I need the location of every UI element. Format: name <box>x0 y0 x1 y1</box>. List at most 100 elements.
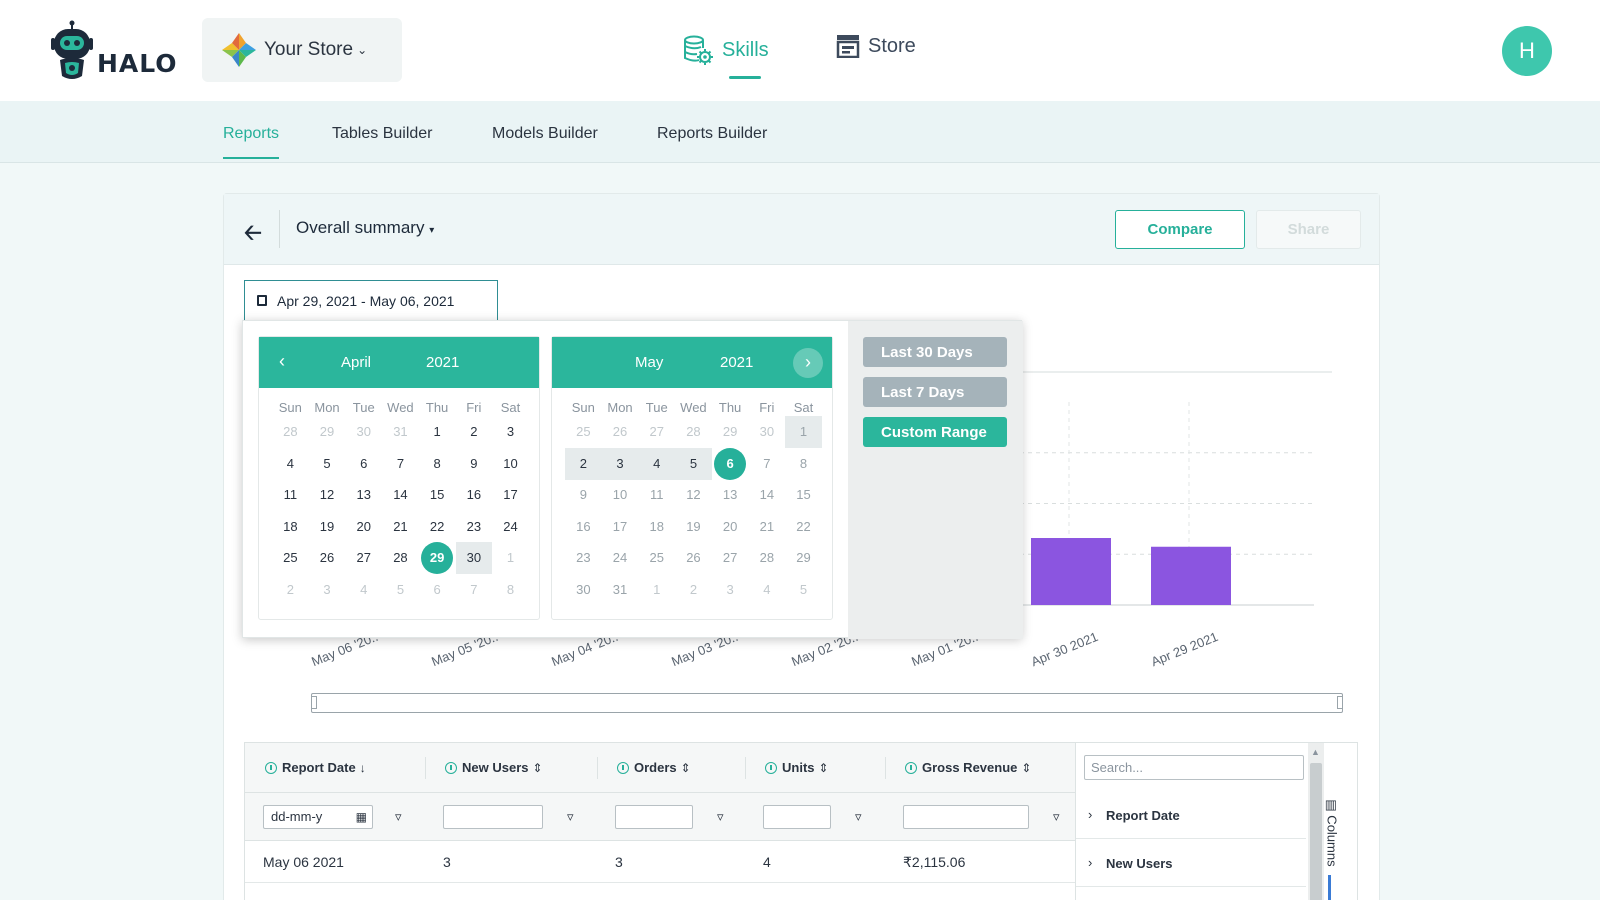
tab-tables-builder[interactable]: Tables Builder <box>332 125 433 143</box>
tab-reports-builder[interactable]: Reports Builder <box>657 125 767 143</box>
calendar-day[interactable]: 10 <box>602 479 639 511</box>
calendar-day[interactable]: 8 <box>785 448 822 480</box>
calendar-day[interactable]: 7 <box>749 448 786 480</box>
halo-logo[interactable]: HALO <box>50 20 178 82</box>
calendar-day[interactable]: 13 <box>345 479 382 511</box>
column-header-report-date[interactable]: Report Date ↓ <box>265 760 366 775</box>
calendar-day[interactable]: 10 <box>492 448 529 480</box>
calendar-day[interactable]: 22 <box>785 511 822 543</box>
calendar-day[interactable]: 3 <box>309 574 346 606</box>
calendar-day[interactable]: 29 <box>712 416 749 448</box>
column-header-new-users[interactable]: New Users ⇕ <box>445 760 543 775</box>
gross-revenue-filter-input[interactable] <box>903 805 1029 829</box>
calendar-day[interactable]: 3 <box>712 574 749 606</box>
range-custom[interactable]: Custom Range <box>863 417 1007 447</box>
calendar-day[interactable]: 3 <box>492 416 529 448</box>
calendar-day[interactable]: 17 <box>492 479 529 511</box>
calendar-day[interactable]: 5 <box>675 447 712 480</box>
calendar-day[interactable]: 22 <box>419 511 456 543</box>
calendar-day[interactable]: 11 <box>272 479 309 511</box>
slider-handle-left[interactable] <box>311 696 317 709</box>
scroll-up-icon[interactable]: ▲ <box>1311 747 1320 757</box>
column-item-new-users[interactable]: › New Users <box>1076 839 1306 887</box>
calendar-day[interactable]: 3 <box>601 447 639 480</box>
calendar-day[interactable]: 19 <box>675 511 712 543</box>
calendar-day[interactable]: 30 <box>749 416 786 448</box>
calendar-day[interactable]: 9 <box>565 479 602 511</box>
calendar-day[interactable]: 5 <box>382 574 419 606</box>
calendar-day[interactable]: 21 <box>749 511 786 543</box>
calendar-day[interactable]: 4 <box>749 574 786 606</box>
calendar-day[interactable]: 6 <box>419 574 456 606</box>
column-header-units[interactable]: Units ⇕ <box>765 760 829 775</box>
calendar-day[interactable]: 8 <box>419 448 456 480</box>
calendar-day[interactable]: 1 <box>638 574 675 606</box>
calendar-day[interactable]: 28 <box>749 542 786 574</box>
calendar-day[interactable]: 12 <box>675 479 712 511</box>
calendar-day[interactable]: 24 <box>602 542 639 574</box>
calendar-day[interactable]: 19 <box>309 511 346 543</box>
next-month-icon[interactable]: › <box>793 348 823 378</box>
calendar-day[interactable]: 25 <box>272 542 309 574</box>
filter-icon[interactable]: ▿ <box>1053 809 1060 825</box>
calendar-day[interactable]: 29 <box>419 542 456 574</box>
calendar-day[interactable]: 4 <box>272 448 309 480</box>
calendar-day[interactable]: 21 <box>382 511 419 543</box>
calendar-day[interactable]: 18 <box>272 511 309 543</box>
calendar-icon[interactable]: ▦ <box>356 806 367 828</box>
calendar-day[interactable]: 7 <box>456 574 493 606</box>
calendar-day[interactable]: 5 <box>785 574 822 606</box>
slider-handle-right[interactable] <box>1337 696 1343 709</box>
calendar-day[interactable]: 20 <box>712 511 749 543</box>
calendar-day[interactable]: 14 <box>382 479 419 511</box>
calendar-day[interactable]: 14 <box>749 479 786 511</box>
calendar-day[interactable]: 6 <box>345 448 382 480</box>
calendar-day[interactable]: 8 <box>492 574 529 606</box>
calendar-day[interactable]: 26 <box>309 542 346 574</box>
calendar-day[interactable]: 11 <box>638 479 675 511</box>
calendar-day[interactable]: 27 <box>345 542 382 574</box>
column-item-report-date[interactable]: › Report Date <box>1076 791 1306 839</box>
calendar-day[interactable]: 31 <box>602 574 639 606</box>
columns-side-tab[interactable]: ▤ Columns <box>1325 775 1352 900</box>
calendar-day[interactable]: 6 <box>712 447 749 480</box>
calendar-day[interactable]: 1 <box>785 416 822 448</box>
calendar-day[interactable]: 24 <box>492 511 529 543</box>
calendar-day[interactable]: 2 <box>456 416 493 448</box>
calendar-day[interactable]: 5 <box>309 448 346 480</box>
calendar-day[interactable]: 28 <box>675 416 712 448</box>
scroll-thumb[interactable] <box>1310 763 1322 900</box>
calendar-day[interactable]: 4 <box>638 447 676 480</box>
calendar-day[interactable]: 12 <box>309 479 346 511</box>
prev-month-icon[interactable]: ‹ <box>279 351 285 372</box>
calendar-day[interactable]: 1 <box>419 416 456 448</box>
units-filter-input[interactable] <box>763 805 831 829</box>
calendar-day[interactable]: 16 <box>456 479 493 511</box>
filter-icon[interactable]: ▿ <box>567 809 574 825</box>
calendar-day[interactable]: 28 <box>272 416 309 448</box>
bar-7[interactable] <box>1151 546 1231 605</box>
filter-icon[interactable]: ▿ <box>717 809 724 825</box>
calendar-day[interactable]: 7 <box>382 448 419 480</box>
calendar-day[interactable]: 2 <box>272 574 309 606</box>
table-row[interactable]: May 06 2021 3 3 4 ₹2,115.06 <box>245 841 1075 883</box>
bar-6[interactable] <box>1031 538 1111 605</box>
calendar-day[interactable]: 27 <box>712 542 749 574</box>
calendar-day[interactable]: 25 <box>638 542 675 574</box>
calendar-day[interactable]: 30 <box>455 542 493 574</box>
calendar-day[interactable]: 31 <box>382 416 419 448</box>
calendar-day[interactable]: 29 <box>785 542 822 574</box>
user-avatar[interactable]: H <box>1502 26 1552 76</box>
calendar-day[interactable]: 23 <box>456 511 493 543</box>
calendar-day[interactable]: 30 <box>345 416 382 448</box>
calendar-day[interactable]: 27 <box>638 416 675 448</box>
calendar-day[interactable]: 16 <box>565 511 602 543</box>
calendar-day[interactable]: 26 <box>675 542 712 574</box>
calendar-day[interactable]: 29 <box>309 416 346 448</box>
calendar-day[interactable]: 1 <box>492 542 529 574</box>
range-last-30-days[interactable]: Last 30 Days <box>863 337 1007 367</box>
calendar-day[interactable]: 9 <box>456 448 493 480</box>
tab-models-builder[interactable]: Models Builder <box>492 125 598 143</box>
range-last-7-days[interactable]: Last 7 Days <box>863 377 1007 407</box>
calendar-day[interactable]: 28 <box>382 542 419 574</box>
